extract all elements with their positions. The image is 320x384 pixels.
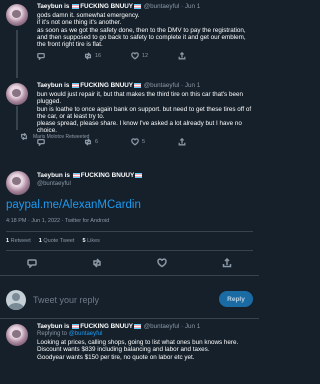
timestamp[interactable]: · Jun 1 <box>181 323 200 330</box>
avatar[interactable] <box>6 171 30 195</box>
trans-flag-icon <box>134 3 142 9</box>
retweet-icon[interactable] <box>92 258 102 268</box>
paypal-link[interactable]: paypal.me/AlexanMCardin <box>6 199 141 211</box>
tweet[interactable]: Taeybun is FUCKING BNUUY @buntaeyful · J… <box>0 320 259 361</box>
tweet-header: Taeybun is FUCKING BNUUY @buntaeyful · J… <box>37 82 253 90</box>
avatar[interactable] <box>6 324 28 346</box>
tweet-meta[interactable]: 4:18 PM · Jun 1, 2022 · Twitter for Andr… <box>6 218 109 224</box>
quotes-count: 1 <box>38 238 42 244</box>
divider <box>0 318 259 319</box>
divider <box>0 275 259 276</box>
trans-flag-icon <box>72 323 80 329</box>
reply-button[interactable] <box>37 52 84 60</box>
timestamp[interactable]: · Jun 1 <box>181 3 200 10</box>
avatar[interactable] <box>6 83 28 105</box>
display-name[interactable]: Taeybun is <box>37 82 69 89</box>
handle[interactable]: @buntaeyful <box>37 180 143 188</box>
trans-flag-icon <box>135 172 143 178</box>
handle[interactable]: @buntaeyful <box>144 82 179 89</box>
heart-icon <box>131 138 139 146</box>
display-name[interactable]: Taeybun is <box>37 3 69 10</box>
retweet-count: 16 <box>95 52 102 59</box>
trans-flag-icon <box>72 172 80 178</box>
trans-flag-icon <box>72 3 80 9</box>
likes-stat[interactable]: 5 Likes <box>82 238 99 244</box>
trans-flag-icon <box>134 82 142 88</box>
quotes-stat[interactable]: 1 Quote Tweet <box>39 238 75 244</box>
tweet[interactable]: Taeybun is FUCKING BNUUY @buntaeyful · J… <box>0 0 259 61</box>
heart-icon[interactable] <box>157 258 167 268</box>
tweet-line: bun is loathe to once again bank on supp… <box>37 105 252 120</box>
retweets-count: 1 <box>6 238 10 244</box>
share-button[interactable] <box>178 138 225 146</box>
handle[interactable]: @buntaeyful <box>144 3 179 10</box>
display-name-badge: FUCKING BNUUY <box>80 82 134 89</box>
timestamp[interactable]: · Jun 1 <box>181 82 200 89</box>
tweet-line: Looking at prices, calling shops, going … <box>37 339 239 346</box>
reply-submit-button[interactable]: Reply <box>219 291 253 307</box>
like-count: 5 <box>142 139 146 146</box>
replying-to-handle[interactable]: @buntaeyful <box>69 331 103 337</box>
main-display-name[interactable]: Taeybun is FUCKING BNUUY <box>37 172 143 180</box>
retweeted-by[interactable]: Maris Molotov Retweeted <box>20 133 89 140</box>
display-name-badge: FUCKING BNUUY <box>80 323 134 330</box>
like-button[interactable]: 5 <box>131 138 178 146</box>
share-icon[interactable] <box>222 258 232 268</box>
display-name-badge: FUCKING BNUUY <box>80 172 135 179</box>
reply-icon[interactable] <box>27 258 38 268</box>
retweet-count: 6 <box>95 139 99 146</box>
share-icon <box>178 51 186 60</box>
retweets-label: Retweet <box>10 238 31 244</box>
tweet-actions: 16 12 <box>37 50 253 61</box>
handle[interactable]: @buntaeyful <box>144 323 179 330</box>
tweet-line: gods damn it. somewhat emergency. <box>37 12 140 19</box>
tweet-text: Looking at prices, calling shops, going … <box>37 339 253 361</box>
retweet-icon <box>21 133 27 140</box>
trans-flag-icon <box>134 323 142 329</box>
tweet-stats: 1 Retweet 1 Quote Tweet 5 Likes <box>6 238 100 244</box>
likes-count: 5 <box>82 238 86 244</box>
retweet-icon <box>84 52 92 60</box>
reply-icon <box>37 52 45 60</box>
likes-label: Likes <box>87 238 100 244</box>
twitter-thread: Taeybun is FUCKING BNUUY @buntaeyful · J… <box>0 0 259 384</box>
tweet-line: Discount wants $839 including balancing … <box>37 346 210 354</box>
avatar[interactable] <box>6 4 28 26</box>
user-avatar <box>6 290 26 310</box>
tweet-line: Goodyear wants $150 per tire, no quote o… <box>37 353 195 361</box>
display-name-badge: FUCKING BNUUY <box>80 3 134 10</box>
retweet-button[interactable]: 16 <box>84 52 131 60</box>
replying-to-prefix: Replying to <box>37 331 68 337</box>
trans-flag-icon <box>72 82 80 88</box>
replying-to: Replying to @buntaeyful <box>37 331 253 338</box>
tweet-line: as soon as we got the safety done, then … <box>37 26 246 49</box>
display-name: Taeybun is <box>37 172 70 179</box>
divider <box>6 231 253 232</box>
retweeted-by-label: Maris Molotov Retweeted <box>33 133 90 140</box>
like-button[interactable]: 12 <box>131 52 178 60</box>
tweet-line: bun would just repair it, but that makes… <box>37 91 243 106</box>
tweet-header: Taeybun is FUCKING BNUUY @buntaeyful · J… <box>37 3 253 11</box>
quotes-label: Quote Tweet <box>43 238 75 244</box>
tweet-text: bun would just repair it, but that makes… <box>37 91 253 135</box>
tweet-line: if it's not one thing it's another. <box>37 19 122 27</box>
like-count: 12 <box>142 52 149 59</box>
share-button[interactable] <box>178 51 225 60</box>
heart-icon <box>131 52 139 60</box>
share-icon <box>178 138 186 146</box>
retweets-stat[interactable]: 1 Retweet <box>6 238 31 244</box>
retweet-button[interactable]: 6 <box>84 138 131 146</box>
tweet-text: gods damn it. somewhat emergency. if it'… <box>37 12 253 48</box>
tweet-header: Taeybun is FUCKING BNUUY @buntaeyful · J… <box>37 323 253 331</box>
main-tweet-actions <box>0 254 259 272</box>
reply-composer: Reply <box>0 286 259 316</box>
reply-input[interactable] <box>33 293 183 307</box>
divider <box>6 250 253 251</box>
display-name[interactable]: Taeybun is <box>37 323 69 330</box>
